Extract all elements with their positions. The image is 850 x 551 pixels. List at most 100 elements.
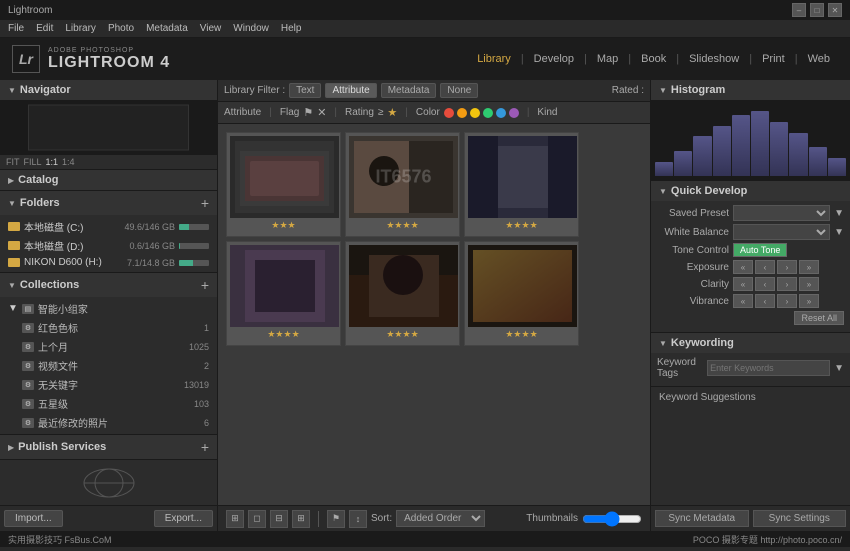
nav-fit[interactable]: FIT: [6, 157, 20, 167]
auto-tone-button[interactable]: Auto Tone: [733, 243, 787, 257]
qd-vibrance-down[interactable]: ‹: [755, 294, 775, 308]
filter-text-button[interactable]: Text: [289, 83, 321, 98]
folders-header[interactable]: ▼ Folders +: [0, 191, 217, 215]
qd-clarity-down[interactable]: ‹: [755, 277, 775, 291]
publish-header[interactable]: ▶ Publish Services +: [0, 435, 217, 459]
close-button[interactable]: ✕: [828, 3, 842, 17]
menu-view[interactable]: View: [200, 23, 222, 34]
list-item[interactable]: 本地磁盘 (C:) 49.6/146 GB: [0, 217, 217, 236]
maximize-button[interactable]: □: [810, 3, 824, 17]
sync-metadata-button[interactable]: Sync Metadata: [655, 510, 749, 527]
flag-x-icon[interactable]: ✕: [317, 106, 326, 119]
collections-header[interactable]: ▼ Collections +: [0, 273, 217, 297]
qd-vibrance-down-down[interactable]: «: [733, 294, 753, 308]
list-item[interactable]: IT6576 ★★★★: [345, 132, 460, 237]
loupe-view-button[interactable]: ◻: [248, 510, 266, 528]
list-item[interactable]: ⚙ 上个月 1025: [0, 337, 217, 356]
histogram-header[interactable]: ▼ Histogram: [651, 80, 850, 100]
list-item[interactable]: ★★★★: [464, 241, 579, 346]
sort-select[interactable]: Added Order Capture Time Edit Time Ratin…: [396, 510, 485, 527]
color-yellow[interactable]: [470, 108, 480, 118]
list-item[interactable]: ⚙ 无关键字 13019: [0, 375, 217, 394]
list-item[interactable]: ⚙ 五星级 103: [0, 394, 217, 413]
qd-clarity-up-up[interactable]: »: [799, 277, 819, 291]
module-book[interactable]: Book: [633, 49, 674, 69]
module-web[interactable]: Web: [800, 49, 838, 69]
qd-preset-select[interactable]: [733, 205, 830, 221]
qd-vibrance-up-up[interactable]: »: [799, 294, 819, 308]
navigator-header[interactable]: ▼ Navigator: [0, 80, 217, 100]
nav-fill[interactable]: FILL: [24, 157, 42, 167]
qd-clarity-up[interactable]: ›: [777, 277, 797, 291]
list-item[interactable]: ★★★★: [345, 241, 460, 346]
module-slideshow[interactable]: Slideshow: [681, 49, 747, 69]
collection-group-name: 智能小组家: [38, 301, 209, 316]
histogram-section: ▼ Histogram: [651, 80, 850, 181]
grid-view-button[interactable]: ⊞: [226, 510, 244, 528]
qd-vibrance-up[interactable]: ›: [777, 294, 797, 308]
menu-edit[interactable]: Edit: [36, 23, 53, 34]
color-green[interactable]: [483, 108, 493, 118]
color-purple[interactable]: [509, 108, 519, 118]
collections-add-button[interactable]: +: [201, 277, 209, 293]
qd-exposure-up[interactable]: ›: [777, 260, 797, 274]
kw-settings-icon[interactable]: ▼: [834, 363, 844, 374]
keywording-content: Keyword Tags ▼: [651, 353, 850, 386]
collection-group[interactable]: ▼ ▤ 智能小组家: [0, 299, 217, 318]
reset-all-button[interactable]: Reset All: [794, 311, 844, 325]
keyword-input[interactable]: [707, 360, 830, 376]
menu-window[interactable]: Window: [233, 23, 269, 34]
publish-add-button[interactable]: +: [201, 439, 209, 455]
qd-exposure-down-down[interactable]: «: [733, 260, 753, 274]
keywording-header[interactable]: ▼ Keywording: [651, 333, 850, 353]
list-item[interactable]: ⚙ 最近修改的照片 6: [0, 413, 217, 432]
list-item[interactable]: ★★★★: [464, 132, 579, 237]
qd-exposure-down[interactable]: ‹: [755, 260, 775, 274]
color-orange[interactable]: [457, 108, 467, 118]
module-library[interactable]: Library: [469, 49, 519, 69]
minimize-button[interactable]: –: [792, 3, 806, 17]
list-item[interactable]: NIKON D600 (H:) 7.1/14.8 GB: [0, 255, 217, 270]
qd-clarity-down-down[interactable]: «: [733, 277, 753, 291]
menu-library[interactable]: Library: [65, 23, 96, 34]
nav-1-4[interactable]: 1:4: [62, 157, 75, 167]
sync-settings-button[interactable]: Sync Settings: [753, 510, 847, 527]
import-button[interactable]: Import...: [4, 510, 63, 527]
menu-metadata[interactable]: Metadata: [146, 23, 188, 34]
survey-view-button[interactable]: ⊞: [292, 510, 310, 528]
module-map[interactable]: Map: [589, 49, 626, 69]
qd-exposure-up-up[interactable]: »: [799, 260, 819, 274]
filter-none-button[interactable]: None: [440, 83, 478, 98]
keyword-suggestions-label: Keyword Suggestions: [651, 387, 850, 407]
module-print[interactable]: Print: [754, 49, 793, 69]
thumbnail-size-slider[interactable]: [582, 511, 642, 527]
filter-icon[interactable]: ⚑: [327, 510, 345, 528]
color-blue[interactable]: [496, 108, 506, 118]
list-item[interactable]: 本地磁盘 (D:) 0.6/146 GB: [0, 236, 217, 255]
filter-metadata-button[interactable]: Metadata: [381, 83, 437, 98]
qd-wb-select[interactable]: [733, 224, 830, 240]
catalog-header[interactable]: ▶ Catalog: [0, 170, 217, 190]
lr-icon: Lr: [12, 45, 40, 73]
quick-develop-header[interactable]: ▼ Quick Develop: [651, 181, 850, 201]
color-red[interactable]: [444, 108, 454, 118]
menu-help[interactable]: Help: [281, 23, 302, 34]
qd-preset-arrow[interactable]: ▼: [834, 208, 844, 219]
nav-1-1[interactable]: 1:1: [46, 157, 59, 167]
list-item[interactable]: ★★★★: [226, 241, 341, 346]
menu-photo[interactable]: Photo: [108, 23, 134, 34]
list-item[interactable]: ⚙ 红色色标 1: [0, 318, 217, 337]
flag-icon[interactable]: ⚑: [303, 106, 313, 119]
zoom-icon[interactable]: ↕: [349, 510, 367, 528]
folders-add-button[interactable]: +: [201, 195, 209, 211]
filter-bar: Library Filter : Text Attribute Metadata…: [218, 80, 650, 102]
list-item[interactable]: ⚙ 视频文件 2: [0, 356, 217, 375]
module-develop[interactable]: Develop: [526, 49, 582, 69]
filter-attribute-button[interactable]: Attribute: [325, 83, 376, 98]
menu-file[interactable]: File: [8, 23, 24, 34]
star-filter[interactable]: ★: [387, 106, 397, 119]
export-button[interactable]: Export...: [154, 510, 213, 527]
compare-view-button[interactable]: ⊟: [270, 510, 288, 528]
qd-wb-arrow[interactable]: ▼: [834, 227, 844, 238]
list-item[interactable]: ★★★: [226, 132, 341, 237]
